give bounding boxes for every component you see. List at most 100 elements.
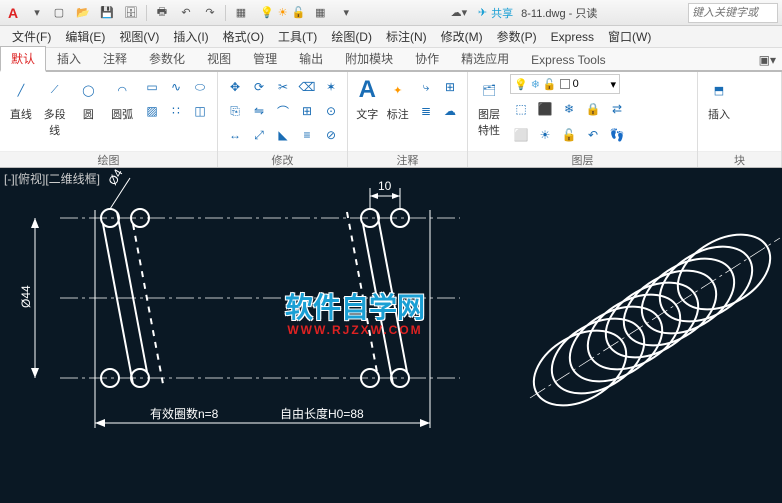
region-icon[interactable]: ◫	[189, 100, 211, 122]
text-button[interactable]: A文字	[352, 74, 383, 124]
lock-icon[interactable]: 🔓	[292, 6, 306, 19]
fillet-icon[interactable]: ⌒	[272, 100, 294, 122]
save-icon[interactable]: 💾	[96, 2, 118, 24]
explode-icon[interactable]: ✶	[320, 76, 342, 98]
grid-icon[interactable]: ▦	[309, 2, 331, 24]
layer-iso-icon[interactable]: ⬚	[510, 98, 532, 120]
share-button[interactable]: ✈ 共享	[478, 5, 513, 21]
bulb-icon[interactable]: 💡	[260, 6, 274, 19]
layer-combo[interactable]: 💡 ❄ 🔓 0 ▾	[510, 74, 620, 94]
panel-title-annot[interactable]: 注释	[348, 151, 467, 167]
menu-file[interactable]: 文件(F)	[6, 27, 57, 46]
layer-lock-icon[interactable]: 🔒	[582, 98, 604, 120]
panel-draw: ╱直线 ⟋多段线 ◯圆 ◠圆弧 ▭ ∿ ⬭ ▨ ∷ ◫ 绘图	[0, 72, 218, 167]
mirror-icon[interactable]: ⇋	[248, 100, 270, 122]
panel-title-modify[interactable]: 修改	[218, 151, 347, 167]
document-title: 8-11.dwg - 只读	[521, 5, 597, 21]
dimension-button[interactable]: ✦标注	[383, 74, 414, 124]
point-icon[interactable]: ∷	[165, 100, 187, 122]
layer-walk-icon[interactable]: 👣	[606, 124, 628, 146]
mtext-icon[interactable]: ≣	[415, 100, 437, 122]
cloud-icon[interactable]: ☁	[439, 100, 461, 122]
panel-title-draw[interactable]: 绘图	[0, 151, 217, 167]
leader-icon[interactable]: ⤷	[415, 76, 437, 98]
rect-icon[interactable]: ▭	[141, 76, 163, 98]
polyline-button[interactable]: ⟋多段线	[38, 74, 72, 140]
chevron-down-icon: ▾	[610, 78, 616, 91]
search-input[interactable]	[688, 3, 778, 23]
dim-10: 10	[378, 179, 392, 193]
panel-title-block[interactable]: 块	[698, 151, 781, 167]
menu-format[interactable]: 格式(O)	[217, 27, 270, 46]
layer-freeze-icon[interactable]: ❄	[558, 98, 580, 120]
dimension-icon: ✦	[384, 76, 412, 104]
cloud-icon[interactable]: ☁▾	[448, 2, 470, 24]
layout-icon[interactable]: ▦	[230, 2, 252, 24]
redo-icon[interactable]: ↷	[199, 2, 221, 24]
line-button[interactable]: ╱直线	[4, 74, 38, 124]
array-icon[interactable]: ⊞	[296, 100, 318, 122]
tab-view[interactable]: 视图	[196, 46, 242, 70]
scale-icon[interactable]: ⤢	[248, 124, 270, 146]
menu-tools[interactable]: 工具(T)	[272, 27, 323, 46]
break-icon[interactable]: ⊘	[320, 124, 342, 146]
layer-thaw-icon[interactable]: ☀	[534, 124, 556, 146]
menu-draw[interactable]: 绘图(D)	[325, 27, 378, 46]
plot-icon[interactable]: 🖶	[151, 2, 173, 24]
tab-insert[interactable]: 插入	[46, 46, 92, 70]
menu-view[interactable]: 视图(V)	[113, 27, 165, 46]
menu-modify[interactable]: 修改(M)	[435, 27, 489, 46]
layer-off-icon[interactable]: ⬛	[534, 98, 556, 120]
trim-icon[interactable]: ✂	[272, 76, 294, 98]
ribbon-minimize-icon[interactable]: ▣▾	[753, 50, 782, 70]
menu-window[interactable]: 窗口(W)	[602, 27, 657, 46]
table-icon[interactable]: ⊞	[439, 76, 461, 98]
layer-on-icon[interactable]: ⬜	[510, 124, 532, 146]
tab-featured[interactable]: 精选应用	[450, 46, 520, 70]
spline-icon[interactable]: ∿	[165, 76, 187, 98]
layer-prev-icon[interactable]: ↶	[582, 124, 604, 146]
layer-props-button[interactable]: 🗂图层 特性	[472, 74, 506, 140]
erase-icon[interactable]: ⌫	[296, 76, 318, 98]
tab-annotate[interactable]: 注释	[92, 46, 138, 70]
insert-block-button[interactable]: ⬒插入	[702, 74, 736, 124]
app-icon[interactable]: A	[4, 4, 22, 22]
offset-icon[interactable]: ⊙	[320, 100, 342, 122]
menu-express[interactable]: Express	[545, 29, 600, 45]
circle-button[interactable]: ◯圆	[72, 74, 106, 124]
tab-express[interactable]: Express Tools	[520, 49, 616, 70]
arc-button[interactable]: ◠圆弧	[105, 74, 139, 124]
move-icon[interactable]: ✥	[224, 76, 246, 98]
menu-dim[interactable]: 标注(N)	[380, 27, 433, 46]
rotate-icon[interactable]: ⟳	[248, 76, 270, 98]
tab-manage[interactable]: 管理	[242, 46, 288, 70]
stretch-icon[interactable]: ↔	[224, 124, 246, 146]
dropdown-icon[interactable]: ▾	[335, 2, 357, 24]
layer-match-icon[interactable]: ⇄	[606, 98, 628, 120]
menu-insert[interactable]: 插入(I)	[167, 27, 214, 46]
drawing-canvas[interactable]: [-][俯视][二维线框] Ø44 Ø4	[0, 168, 782, 503]
send-icon: ✈	[478, 6, 487, 19]
new-icon[interactable]: ▢	[48, 2, 70, 24]
dim-d4: Ø4	[105, 168, 125, 188]
qat-dropdown[interactable]: ▾	[26, 2, 48, 24]
tab-output[interactable]: 输出	[288, 46, 334, 70]
saveas-icon[interactable]: 🗄	[120, 2, 142, 24]
menu-param[interactable]: 参数(P)	[491, 27, 543, 46]
copy-icon[interactable]: ⎘	[224, 100, 246, 122]
align-icon[interactable]: ≡	[296, 124, 318, 146]
layer-unlock-icon[interactable]: 🔓	[558, 124, 580, 146]
panel-title-layer[interactable]: 图层	[468, 151, 697, 167]
undo-icon[interactable]: ↶	[175, 2, 197, 24]
tab-addins[interactable]: 附加模块	[334, 46, 404, 70]
tab-parametric[interactable]: 参数化	[138, 46, 196, 70]
chamfer-icon[interactable]: ◣	[272, 124, 294, 146]
menu-edit[interactable]: 编辑(E)	[59, 27, 111, 46]
tab-default[interactable]: 默认	[0, 46, 46, 72]
sun-icon[interactable]: ☀	[278, 6, 288, 19]
hatch-icon[interactable]: ▨	[141, 100, 163, 122]
share-label: 共享	[491, 5, 513, 21]
ellipse-icon[interactable]: ⬭	[189, 76, 211, 98]
tab-collab[interactable]: 协作	[404, 46, 450, 70]
open-icon[interactable]: 📂	[72, 2, 94, 24]
